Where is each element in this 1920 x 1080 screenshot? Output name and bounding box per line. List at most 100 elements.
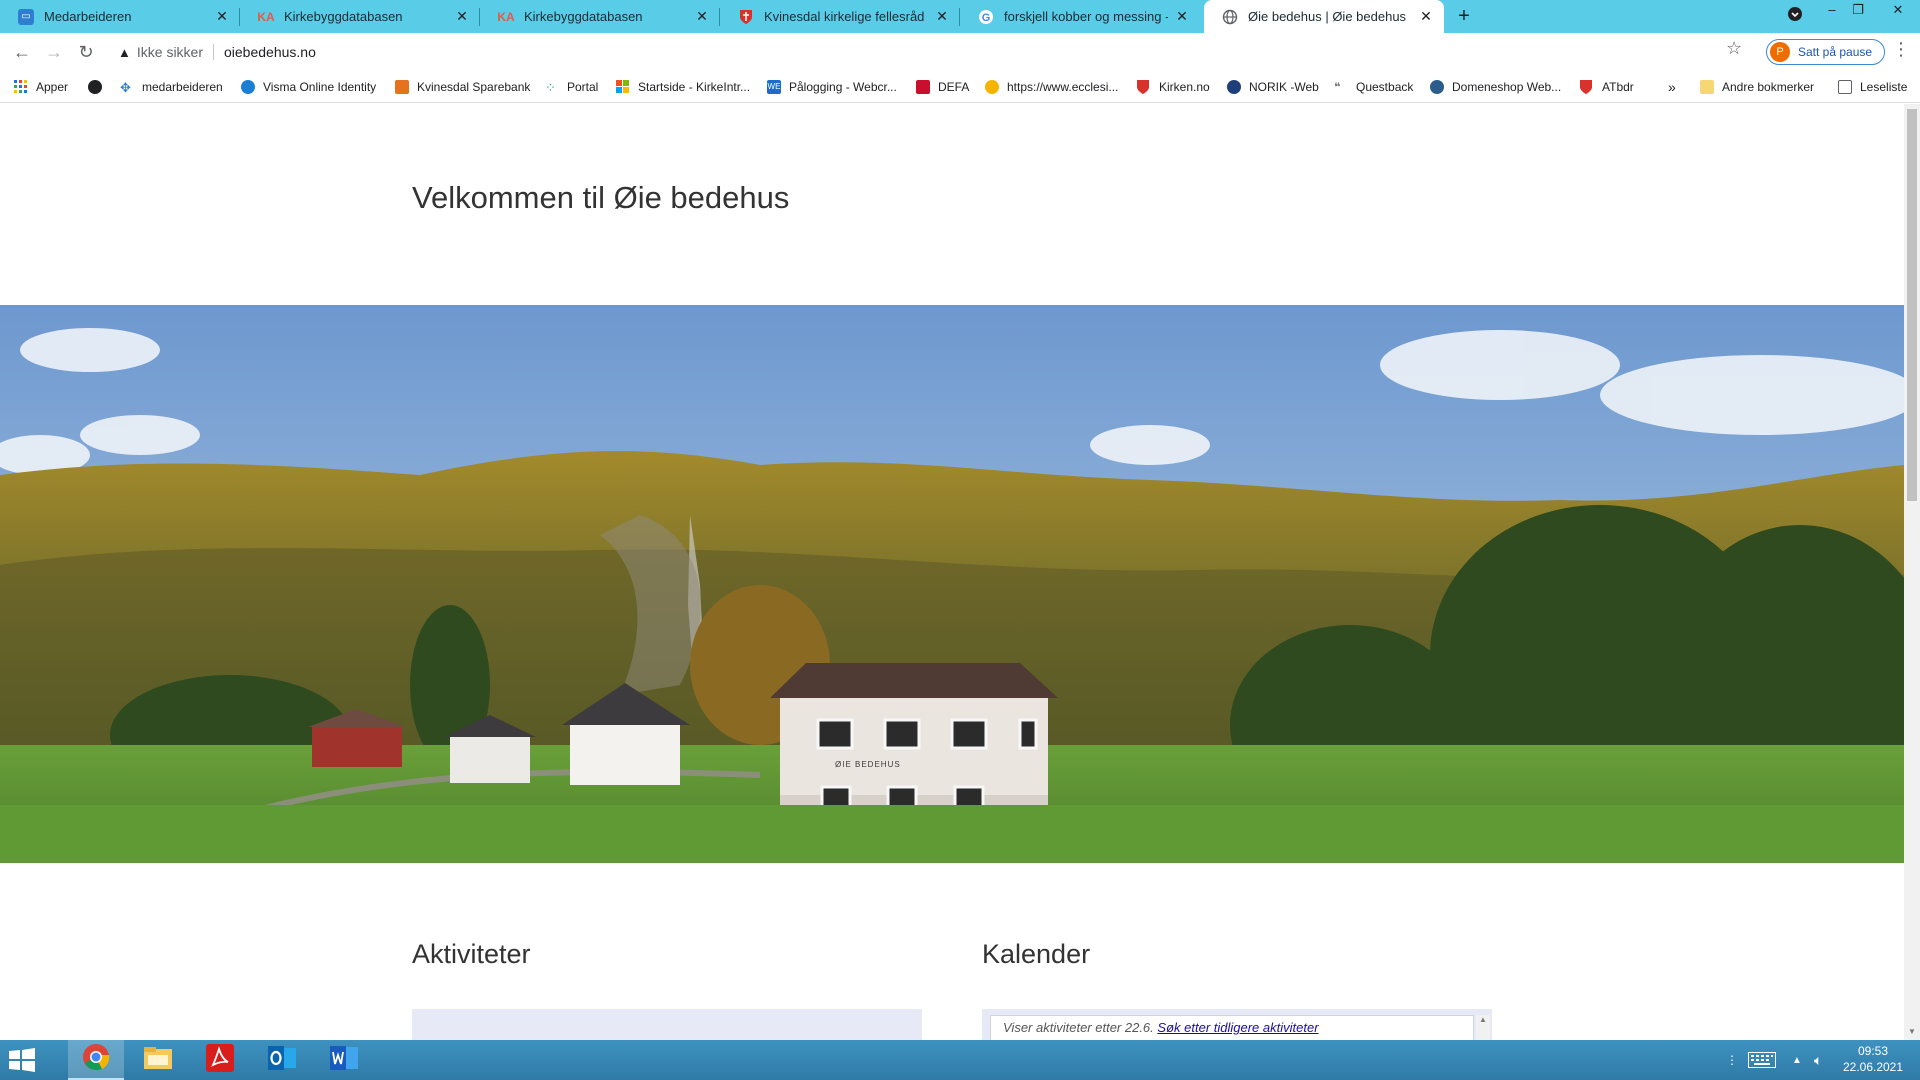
bookmark-norik[interactable]: NORIK -Web <box>1227 71 1319 103</box>
page-viewport: Velkommen til Øie bedehus ØIE BEDEHUS Ak… <box>0 104 1904 1040</box>
acrobat-icon <box>206 1043 234 1077</box>
tab-medarbeideren[interactable]: ▭ Medarbeideren ✕ <box>0 0 240 33</box>
chrome-icon <box>81 1042 111 1077</box>
bookmark-label: Startside - KirkeIntr... <box>638 80 751 94</box>
page-scrollbar[interactable]: ▼ <box>1904 104 1920 1040</box>
bookmark-portal[interactable]: ⁘ Portal <box>545 71 598 103</box>
bookmark-label: Andre bokmerker <box>1722 80 1815 94</box>
reload-button[interactable]: ↻ <box>72 38 100 66</box>
close-icon[interactable]: ✕ <box>214 8 230 25</box>
taskbar-word[interactable] <box>316 1040 372 1080</box>
profile-button[interactable]: P Satt på pause <box>1766 39 1886 65</box>
security-label[interactable]: Ikke sikker <box>137 44 203 60</box>
file-explorer-icon <box>143 1045 173 1076</box>
folder-icon <box>1700 80 1714 94</box>
bookmark-label: NORIK -Web <box>1249 80 1319 94</box>
bookmark-label: DEFA <box>938 80 970 94</box>
bookmark-ecclesi[interactable]: https://www.ecclesi... <box>985 71 1118 103</box>
medarbeideren-icon: ▭ <box>18 8 34 25</box>
bookmark-globe[interactable] <box>88 71 110 103</box>
taskbar: ⋮ ▲ 🔈︎ 09:53 22.06.2021 <box>0 1040 1920 1080</box>
bookmark-atbdr[interactable]: ATbdr <box>1580 71 1634 103</box>
webcruiter-icon: WE <box>767 80 781 94</box>
tab-oie-bedehus[interactable]: Øie bedehus | Øie bedehus ✕ <box>1204 0 1444 33</box>
show-hidden-icons-button[interactable]: ▲ <box>1792 1040 1802 1080</box>
scrollbar-thumb[interactable] <box>1907 109 1917 501</box>
windows-start-button[interactable] <box>8 1048 38 1072</box>
calendar-panel: Viser aktiviteter etter 22.6. Søk etter … <box>982 1009 1492 1040</box>
bedehus-sign: ØIE BEDEHUS <box>835 760 901 769</box>
calendar-notice: Viser aktiviteter etter 22.6. <box>1003 1020 1154 1035</box>
address-bar[interactable]: ▲ Ikke sikker oiebedehus.no <box>108 37 1758 67</box>
bookmark-medarbeideren[interactable]: ✥ medarbeideren <box>120 71 223 103</box>
bookmark-apper[interactable]: Apper <box>14 71 68 103</box>
new-tab-button[interactable]: + <box>1452 5 1476 29</box>
taskbar-file-explorer[interactable] <box>130 1040 186 1080</box>
bookmark-label: Portal <box>567 80 599 94</box>
calendar-scrollbar[interactable]: ▲ <box>1476 1015 1490 1040</box>
bookmark-other[interactable]: Andre bokmerker <box>1700 71 1814 103</box>
restore-button[interactable]: ❐ <box>1843 0 1873 33</box>
close-icon[interactable]: ✕ <box>1418 8 1434 25</box>
tab-kirkebyggdatabasen-2[interactable]: KA Kirkebyggdatabasen ✕ <box>480 0 720 33</box>
tab-title: Kvinesdal kirkelige fellesråd > Me <box>764 9 928 24</box>
search-earlier-link[interactable]: Søk etter tidligere aktiviteter <box>1157 1020 1318 1035</box>
keyboard-icon[interactable] <box>1748 1040 1776 1080</box>
google-icon: G <box>978 9 994 25</box>
scroll-down-arrow[interactable]: ▼ <box>1904 1024 1920 1040</box>
bookmark-palogging[interactable]: WE Pålogging - Webcr... <box>767 71 897 103</box>
close-window-button[interactable]: ✕ <box>1883 0 1913 33</box>
close-icon[interactable]: ✕ <box>1174 8 1190 25</box>
close-icon[interactable]: ✕ <box>454 8 470 25</box>
bookmark-label: Kirken.no <box>1159 80 1210 94</box>
back-button[interactable]: ← <box>8 38 36 66</box>
volume-icon[interactable]: 🔈︎ <box>1814 1040 1822 1080</box>
clock-time: 09:53 <box>1857 1044 1889 1058</box>
word-icon <box>329 1044 359 1077</box>
bedehus-building: ØIE BEDEHUS <box>770 663 1058 820</box>
bookmark-label: Visma Online Identity <box>263 80 377 94</box>
warning-icon[interactable]: ▲ <box>118 45 131 60</box>
bookmark-defa[interactable]: DEFA <box>916 71 969 103</box>
clock-date: 22.06.2021 <box>1842 1060 1904 1074</box>
bookmark-label: medarbeideren <box>142 80 223 94</box>
bookmark-label: ATbdr <box>1602 80 1634 94</box>
bookmark-star-icon[interactable]: ☆ <box>1726 38 1742 59</box>
domeneshop-icon <box>1430 80 1444 94</box>
church-shield-icon <box>1580 80 1594 94</box>
bookmark-kirken[interactable]: Kirken.no <box>1137 71 1210 103</box>
globe-dark-icon <box>88 80 102 94</box>
bookmark-domeneshop[interactable]: Domeneshop Web... <box>1430 71 1561 103</box>
tab-kirkebyggdatabasen-1[interactable]: KA Kirkebyggdatabasen ✕ <box>240 0 480 33</box>
bookmark-visma[interactable]: Visma Online Identity <box>241 71 376 103</box>
reading-list-label: Leseliste <box>1860 80 1908 94</box>
bookmark-label: Apper <box>36 80 69 94</box>
defa-icon <box>916 80 930 94</box>
globe-icon <box>1222 9 1238 25</box>
close-icon[interactable]: ✕ <box>694 8 710 25</box>
tab-google-search[interactable]: G forskjell kobber og messing - Go ✕ <box>960 0 1200 33</box>
profile-status: Satt på pause <box>1798 45 1873 59</box>
bookmark-kvinesdal-sparebank[interactable]: Kvinesdal Sparebank <box>395 71 530 103</box>
taskbar-chrome[interactable] <box>68 1040 124 1080</box>
taskbar-clock[interactable]: 09:53 22.06.2021 <box>1838 1043 1908 1075</box>
svg-text:G: G <box>982 12 991 24</box>
url-text[interactable]: oiebedehus.no <box>224 44 316 60</box>
forward-button[interactable]: → <box>40 38 68 66</box>
church-shield-icon <box>1137 80 1151 94</box>
taskbar-outlook[interactable] <box>254 1040 310 1080</box>
tray-gripper: ⋮ <box>1726 1053 1738 1067</box>
close-icon[interactable]: ✕ <box>934 8 950 25</box>
bookmark-questback[interactable]: ❝ Questback <box>1334 71 1413 103</box>
reading-list-button[interactable]: Leseliste <box>1838 71 1907 103</box>
hero-image: ØIE BEDEHUS <box>0 305 1904 863</box>
bookmark-startside[interactable]: Startside - KirkeIntr... <box>616 71 750 103</box>
tab-title: Medarbeideren <box>44 9 132 24</box>
bookmarks-overflow-button[interactable]: » <box>1668 71 1676 103</box>
tab-kvinesdal[interactable]: Kvinesdal kirkelige fellesråd > Me ✕ <box>720 0 960 33</box>
taskbar-acrobat[interactable] <box>192 1040 248 1080</box>
windows-tiles-icon <box>616 80 630 94</box>
menu-icon[interactable]: ⋮ <box>1892 39 1910 60</box>
tab-title: Øie bedehus | Øie bedehus <box>1248 9 1407 24</box>
ka-icon: KA <box>497 9 515 24</box>
